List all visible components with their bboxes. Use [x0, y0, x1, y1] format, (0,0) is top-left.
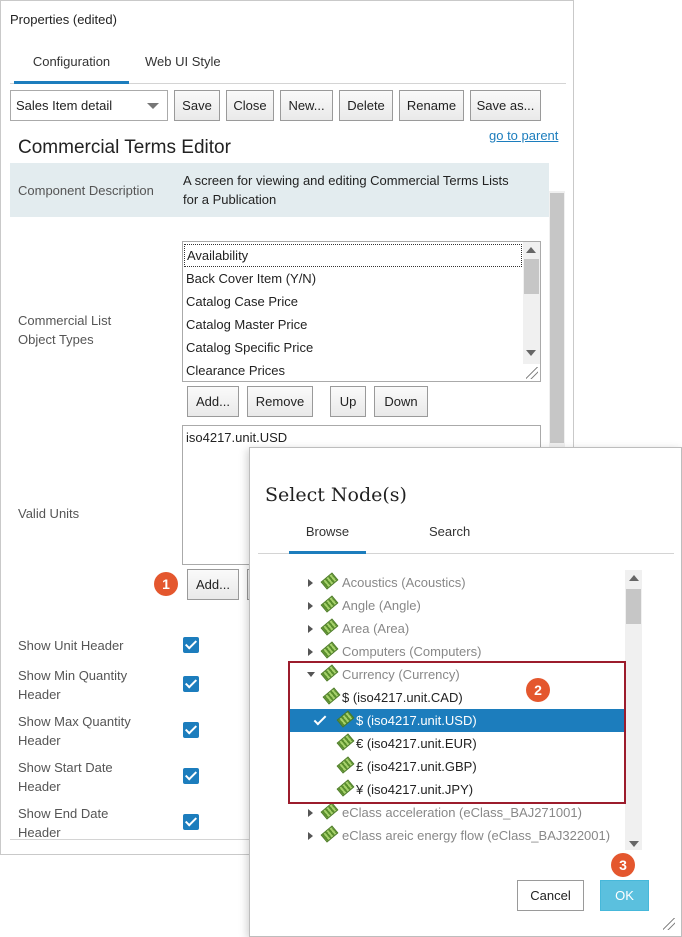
- tree-node-area[interactable]: Area (Area): [308, 617, 638, 640]
- show-end-date-checkbox[interactable]: [183, 814, 199, 830]
- list-item[interactable]: Clearance Prices: [186, 359, 285, 381]
- tree-scrollbar-thumb[interactable]: [626, 589, 641, 624]
- move-up-button[interactable]: Up: [330, 386, 366, 417]
- tree-node-eclass-acceleration[interactable]: eClass acceleration (eClass_BAJ271001): [308, 801, 638, 824]
- close-button[interactable]: Close: [226, 90, 274, 121]
- tree-node-label: Acoustics (Acoustics): [342, 575, 466, 590]
- ruler-icon: [320, 572, 339, 590]
- show-max-quantity-label-line2: Header: [18, 733, 61, 748]
- cancel-button[interactable]: Cancel: [517, 880, 584, 911]
- scroll-up-icon[interactable]: [629, 575, 639, 581]
- show-end-date-label-line1: Show End Date: [18, 806, 109, 821]
- ruler-icon: [320, 802, 339, 820]
- show-start-date-label-line2: Header: [18, 779, 61, 794]
- list-item[interactable]: iso4217.unit.USD: [186, 428, 287, 447]
- ok-button[interactable]: OK: [600, 880, 649, 911]
- save-button[interactable]: Save: [174, 90, 220, 121]
- divider: [10, 839, 250, 840]
- configuration-select-value: Sales Item detail: [16, 98, 113, 113]
- scroll-down-icon[interactable]: [526, 350, 536, 356]
- chevron-right-icon[interactable]: [308, 602, 313, 610]
- list-item[interactable]: Catalog Specific Price: [186, 336, 313, 359]
- step-badge-3: 3: [611, 853, 635, 877]
- show-max-quantity-label-line1: Show Max Quantity: [18, 714, 131, 729]
- tree-node-eclass-areic-energy-flow[interactable]: eClass areic energy flow (eClass_BAJ3220…: [308, 824, 638, 847]
- dialog-title: Select Node(s): [265, 484, 407, 506]
- show-start-date-checkbox[interactable]: [183, 768, 199, 784]
- chevron-right-icon[interactable]: [308, 809, 313, 817]
- component-description-line1: A screen for viewing and editing Commerc…: [183, 173, 509, 188]
- save-as-button[interactable]: Save as...: [470, 90, 541, 121]
- add-unit-button[interactable]: Add...: [187, 569, 239, 600]
- rename-button[interactable]: Rename: [399, 90, 464, 121]
- list-item[interactable]: Catalog Case Price: [186, 290, 298, 313]
- tree-node-computers[interactable]: Computers (Computers): [308, 640, 638, 663]
- list-item[interactable]: Back Cover Item (Y/N): [186, 267, 316, 290]
- scroll-down-icon[interactable]: [629, 841, 639, 847]
- resize-handle-icon[interactable]: [663, 918, 675, 930]
- component-description-line2: for a Publication: [183, 192, 277, 207]
- ruler-icon: [320, 618, 339, 636]
- currency-highlight-box: [288, 661, 626, 804]
- panel-tabs: Configuration Web UI Style: [10, 47, 566, 84]
- show-min-quantity-checkbox[interactable]: [183, 676, 199, 692]
- tab-browse[interactable]: Browse: [289, 517, 366, 554]
- object-types-listbox[interactable]: Availability Back Cover Item (Y/N) Catal…: [182, 241, 541, 382]
- panel-scrollbar-thumb[interactable]: [550, 193, 564, 443]
- go-to-parent-link[interactable]: go to parent: [489, 128, 558, 143]
- tab-web-ui-style[interactable]: Web UI Style: [145, 47, 221, 84]
- configuration-select[interactable]: Sales Item detail: [10, 90, 168, 121]
- show-min-quantity-label-line1: Show Min Quantity: [18, 668, 128, 683]
- tree-node-label: Area (Area): [342, 621, 410, 636]
- listbox-scrollbar-thumb[interactable]: [524, 259, 539, 294]
- panel-title: Properties (edited): [10, 12, 117, 27]
- ruler-icon: [320, 641, 339, 659]
- remove-object-type-button[interactable]: Remove: [247, 386, 313, 417]
- select-node-dialog: Select Node(s) Browse Search Acoustics (…: [249, 447, 682, 937]
- show-min-quantity-label-line2: Header: [18, 687, 61, 702]
- scroll-up-icon[interactable]: [526, 247, 536, 253]
- page-title: Commercial Terms Editor: [18, 137, 231, 158]
- tab-configuration[interactable]: Configuration: [14, 47, 129, 84]
- show-max-quantity-checkbox[interactable]: [183, 722, 199, 738]
- tree-node-label: eClass acceleration (eClass_BAJ271001): [342, 805, 582, 820]
- object-types-label-line2: Object Types: [18, 332, 94, 347]
- component-description-row: Component Description A screen for viewi…: [10, 163, 549, 217]
- tree-node-acoustics[interactable]: Acoustics (Acoustics): [308, 571, 638, 594]
- dialog-tabs: Browse Search: [258, 517, 674, 554]
- ruler-icon: [320, 595, 339, 613]
- chevron-down-icon: [147, 103, 159, 109]
- tree-node-label: eClass areic energy flow (eClass_BAJ3220…: [342, 828, 611, 843]
- tree-node-angle[interactable]: Angle (Angle): [308, 594, 638, 617]
- tree-node-label: Angle (Angle): [342, 598, 421, 613]
- valid-units-label: Valid Units: [18, 506, 80, 521]
- show-start-date-label-line1: Show Start Date: [18, 760, 113, 775]
- chevron-right-icon[interactable]: [308, 625, 313, 633]
- add-object-type-button[interactable]: Add...: [187, 386, 239, 417]
- move-down-button[interactable]: Down: [374, 386, 428, 417]
- show-unit-header-checkbox[interactable]: [183, 637, 199, 653]
- list-item[interactable]: Catalog Master Price: [186, 313, 307, 336]
- resize-handle-icon[interactable]: [526, 367, 538, 379]
- chevron-right-icon[interactable]: [308, 832, 313, 840]
- delete-button[interactable]: Delete: [339, 90, 393, 121]
- component-description-label: Component Description: [18, 183, 154, 198]
- step-badge-1: 1: [154, 572, 178, 596]
- tab-search[interactable]: Search: [429, 517, 470, 554]
- list-item[interactable]: Availability: [184, 244, 522, 267]
- object-types-label-line1: Commercial List: [18, 313, 112, 328]
- show-unit-header-label: Show Unit Header: [18, 638, 124, 653]
- ruler-icon: [320, 825, 339, 843]
- tree-node-label: Computers (Computers): [342, 644, 482, 659]
- new-button[interactable]: New...: [280, 90, 333, 121]
- step-badge-2: 2: [526, 678, 550, 702]
- chevron-right-icon[interactable]: [308, 648, 313, 656]
- chevron-right-icon[interactable]: [308, 579, 313, 587]
